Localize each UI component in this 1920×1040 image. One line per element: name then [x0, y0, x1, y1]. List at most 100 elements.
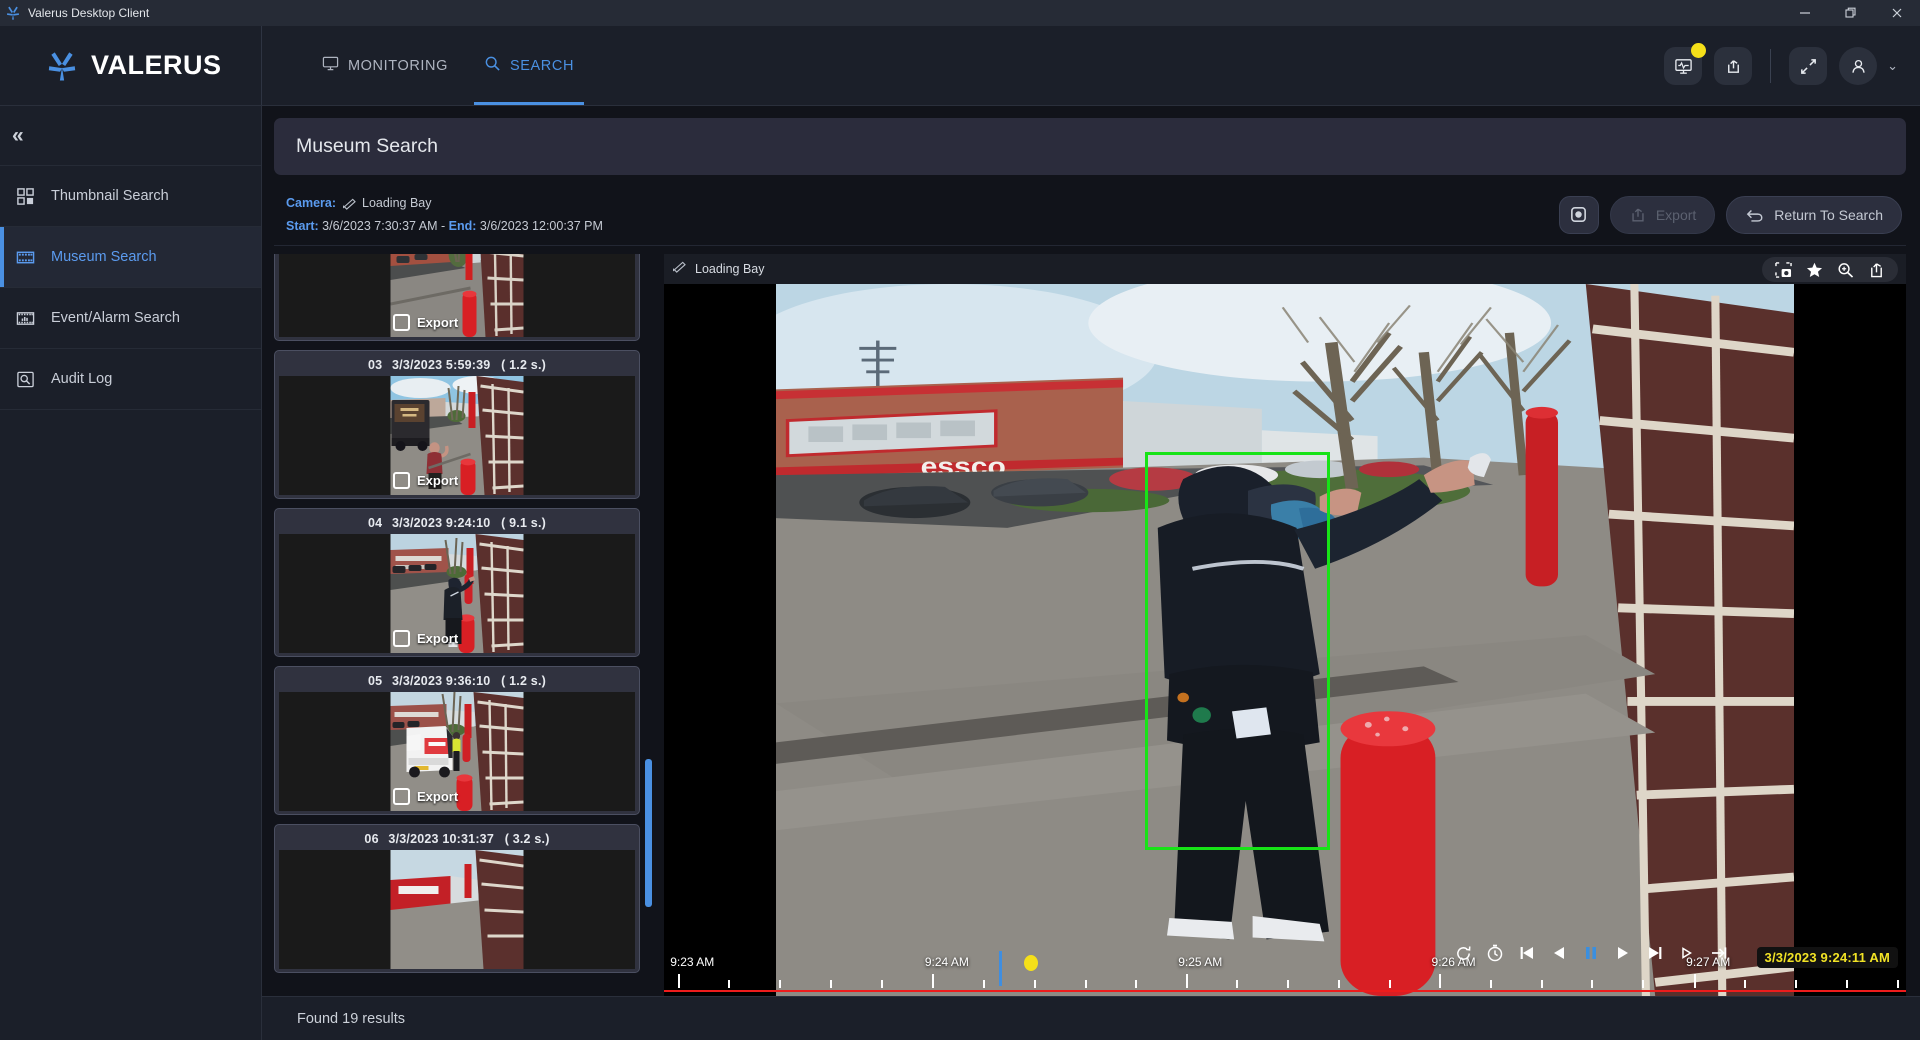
minimize-button[interactable] — [1782, 0, 1828, 26]
export-toggle[interactable]: Export — [393, 472, 458, 489]
result-thumbnail[interactable]: Export — [279, 534, 635, 653]
result-header: 05 3/3/2023 9:36:10 ( 1.2 s.) — [279, 671, 635, 692]
result-card[interactable]: 06 3/3/2023 10:31:37 ( 3.2 s.) — [274, 824, 640, 973]
goto-time-button[interactable] — [1486, 944, 1504, 962]
timeline-tick — [1591, 980, 1593, 988]
timeline-tick — [983, 980, 985, 988]
result-thumbnail[interactable]: Export — [279, 254, 635, 337]
refresh-button[interactable] — [1455, 945, 1472, 962]
result-card[interactable]: 04 3/3/2023 9:24:10 ( 9.1 s.) — [274, 508, 640, 657]
export-toggle[interactable]: Export — [393, 788, 458, 805]
rewind-button[interactable] — [1550, 944, 1568, 962]
monitor-health-icon — [1674, 57, 1693, 76]
result-header: 03 3/3/2023 5:59:39 ( 1.2 s.) — [279, 355, 635, 376]
result-timestamp: 3/3/2023 10:31:37 — [388, 832, 494, 846]
range-separator: - — [441, 219, 445, 233]
timeline-tick — [779, 980, 781, 988]
timeline-tick — [1236, 980, 1238, 988]
result-thumbnail[interactable] — [279, 850, 635, 969]
search-info-bar: Camera: Loading Bay Start: 3/6/2023 7:30… — [274, 184, 1906, 246]
notification-badge — [1691, 43, 1706, 58]
maximize-button[interactable] — [1828, 0, 1874, 26]
result-card[interactable]: 03 3/3/2023 5:59:39 ( 1.2 s.) — [274, 350, 640, 499]
camera-label: Camera: — [286, 196, 336, 210]
camera-name: Loading Bay — [362, 196, 432, 210]
results-scrollbar-thumb[interactable] — [645, 759, 652, 907]
sidebar-collapse-button[interactable]: « — [0, 106, 261, 166]
results-thumbnail-list[interactable]: 02 3/3/2023 5:47:12 ( 2.4 s.) — [274, 254, 654, 996]
person-hiviz — [453, 732, 461, 771]
timeline-tick — [881, 980, 883, 988]
play-button[interactable] — [1614, 944, 1632, 962]
export-checkbox[interactable] — [393, 788, 410, 805]
chevron-down-icon[interactable]: ⌄ — [1887, 58, 1898, 74]
user-account-button[interactable] — [1839, 47, 1877, 85]
bookmark-star-icon[interactable] — [1806, 262, 1823, 278]
page-title: Museum Search — [296, 135, 438, 158]
close-button[interactable] — [1874, 0, 1920, 26]
time-range-row: Start: 3/6/2023 7:30:37 AM - End: 3/6/20… — [286, 216, 603, 236]
export-button[interactable]: Export — [1610, 196, 1715, 234]
sidebar-item-event-alarm-search[interactable]: Event/Alarm Search — [0, 288, 261, 349]
result-duration: ( 9.1 s.) — [501, 516, 546, 530]
pause-button[interactable] — [1582, 944, 1600, 962]
grid-icon — [14, 187, 36, 206]
timeline-tick — [1389, 980, 1391, 988]
brand-text: VALERUS — [91, 50, 222, 81]
previous-frame-button[interactable] — [1518, 944, 1536, 962]
result-card[interactable]: 02 3/3/2023 5:47:12 ( 2.4 s.) — [274, 254, 640, 341]
main-content: Museum Search Camera: Loading Bay — [262, 106, 1920, 1040]
tab-search[interactable]: SEARCH — [466, 26, 592, 105]
tab-search-label: SEARCH — [510, 58, 574, 74]
tab-monitoring[interactable]: MONITORING — [304, 26, 466, 105]
search-info-actions: Export Return To Search — [1559, 196, 1902, 234]
result-header: 06 3/3/2023 10:31:37 ( 3.2 s.) — [279, 829, 635, 850]
timeline-cursor[interactable] — [999, 951, 1002, 986]
main-nav-tabs: MONITORING SEARCH — [262, 26, 592, 105]
timeline-tick — [1287, 980, 1289, 988]
export-checkbox[interactable] — [393, 472, 410, 489]
sidebar-item-audit-log[interactable]: Audit Log — [0, 349, 261, 410]
timeline-baseline — [664, 990, 1906, 993]
fullscreen-button[interactable] — [1789, 47, 1827, 85]
result-timestamp: 3/3/2023 9:36:10 — [392, 674, 490, 688]
result-thumbnail[interactable]: Export — [279, 376, 635, 495]
return-to-search-button[interactable]: Return To Search — [1726, 196, 1902, 234]
result-thumbnail[interactable]: Export — [279, 692, 635, 811]
thumbnail-image — [391, 850, 524, 969]
result-timestamp: 3/3/2023 5:59:39 — [392, 358, 490, 372]
share-button[interactable] — [1714, 47, 1752, 85]
share-export-icon[interactable] — [1868, 262, 1885, 278]
timeline-tick — [1439, 974, 1441, 988]
snapshot-button[interactable] — [1559, 196, 1599, 234]
status-footer: Found 19 results — [262, 996, 1920, 1040]
fast-forward-button[interactable] — [1678, 944, 1696, 962]
timeline-tick — [1846, 980, 1848, 988]
sidebar-item-label: Event/Alarm Search — [51, 310, 180, 326]
result-card[interactable]: 05 3/3/2023 9:36:10 ( 1.2 s.) — [274, 666, 640, 815]
timeline-tick — [1490, 980, 1492, 988]
result-header: 04 3/3/2023 9:24:10 ( 9.1 s.) — [279, 513, 635, 534]
export-toggle[interactable]: Export — [393, 314, 458, 331]
search-icon — [484, 55, 501, 76]
result-number: 03 — [368, 358, 382, 372]
brand-logo: VALERUS — [0, 26, 262, 105]
export-toggle[interactable]: Export — [393, 630, 458, 647]
zoom-in-icon[interactable] — [1837, 262, 1854, 278]
timeline-ticks — [664, 974, 1906, 988]
next-frame-button[interactable] — [1646, 944, 1664, 962]
export-checkbox[interactable] — [393, 630, 410, 647]
results-scrollbar[interactable] — [644, 254, 653, 996]
timeline-tick-label: 9:24 AM — [925, 955, 969, 969]
sidebar-item-museum-search[interactable]: Museum Search — [0, 227, 261, 288]
expand-icon — [1799, 57, 1818, 76]
snapshot-region-icon[interactable] — [1775, 262, 1792, 278]
video-stage[interactable]: essco — [664, 284, 1906, 996]
user-icon — [1849, 57, 1868, 76]
sidebar-item-thumbnail-search[interactable]: Thumbnail Search — [0, 166, 261, 227]
export-checkbox[interactable] — [393, 314, 410, 331]
jump-to-end-button[interactable] — [1710, 944, 1728, 962]
header-divider — [1770, 49, 1771, 83]
result-number: 05 — [368, 674, 382, 688]
system-health-button[interactable] — [1664, 47, 1702, 85]
